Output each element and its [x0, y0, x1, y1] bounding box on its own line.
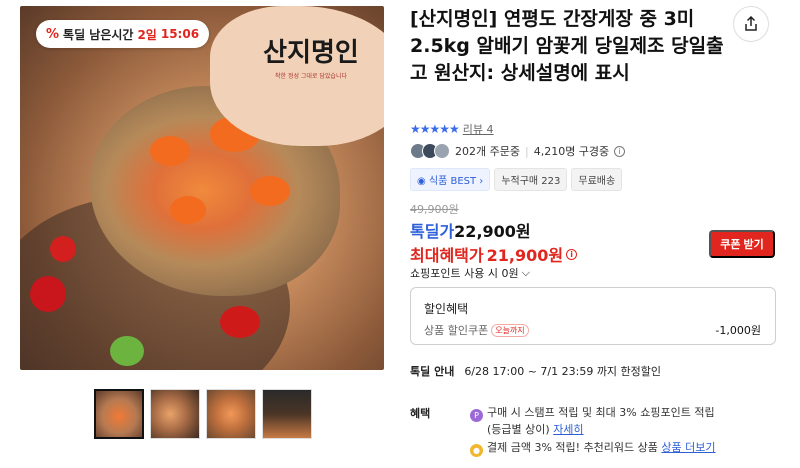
main-product-image[interactable]: % 톡딜 남은시간 2일 15:06 산지명인 착한 정성 그대로 담았습니다: [20, 6, 384, 370]
max-benefit-label: 최대혜택가: [410, 246, 484, 265]
points-row[interactable]: 쇼핑포인트 사용 시 0원 ⌵: [410, 265, 530, 281]
buyer-avatars: [410, 143, 450, 159]
talkdeal-label: 톡딜가: [410, 222, 455, 241]
product-title: [산지명인] 연평도 간장게장 중 3미 2.5kg 알배기 암꽃게 당일제조 …: [410, 8, 724, 84]
thumbnail-image: [96, 391, 142, 437]
roe-shape: [170, 196, 206, 224]
deal-info-label: 톡딜 안내: [410, 365, 455, 378]
talkdeal-price-row: 톡딜가22,900원: [410, 218, 531, 242]
thumbnail-2[interactable]: [150, 389, 200, 439]
point-icon: P: [470, 409, 483, 422]
pepper-shape: [50, 236, 76, 262]
thumbnail-image: [151, 390, 199, 438]
timer-label: 톡딜 남은시간: [63, 27, 134, 42]
roe-shape: [250, 176, 290, 206]
divider: |: [524, 144, 529, 158]
brand-logo-text: 산지명인: [263, 38, 359, 68]
get-coupon-button[interactable]: 쿠폰 받기: [709, 230, 775, 258]
orders-count: 202개 주문중: [455, 145, 520, 158]
coupon-row: 상품 할인쿠폰 오늘까지: [424, 322, 529, 338]
perk-item-reward: ● 결제 금액 3% 적립! 추천리워드 상품 상품 더보기: [470, 440, 770, 457]
tag-food-best[interactable]: ◉ 식품 BEST ›: [410, 168, 491, 191]
review-link[interactable]: 리뷰 4: [463, 121, 494, 137]
talkdeal-price: 22,900원: [454, 222, 531, 241]
details-link[interactable]: 자세히: [553, 423, 583, 436]
timer-days: 2일: [137, 27, 157, 42]
percent-icon: %: [46, 26, 60, 42]
thumbnail-image: [207, 390, 255, 438]
chevron-down-icon: ⌵: [521, 266, 530, 279]
share-icon: [745, 16, 757, 31]
star-rating-icon: ★★★★★: [410, 122, 460, 136]
talkdeal-timer-badge: % 톡딜 남은시간 2일 15:06: [36, 20, 210, 48]
roe-shape: [150, 136, 190, 166]
info-icon[interactable]: i: [566, 248, 578, 260]
thumbnail-list: [94, 389, 312, 439]
rating-row: ★★★★★ 리뷰 4: [410, 121, 494, 137]
avatar: [434, 143, 450, 159]
info-icon[interactable]: i: [614, 145, 626, 157]
brand-logo-sub: 착한 정성 그대로 담았습니다: [275, 73, 347, 80]
check-icon: ◉: [417, 176, 429, 187]
buyers-row: 202개 주문중 | 4,210명 구경중 i: [410, 143, 626, 159]
tag-list: ◉ 식품 BEST › 누적구매 223 무료배송: [410, 168, 623, 191]
pepper-shape: [110, 336, 144, 366]
brand-logo: 산지명인 착한 정성 그대로 담았습니다: [256, 32, 366, 80]
thumbnail-image: [263, 390, 311, 438]
perks-label: 혜택: [410, 407, 431, 420]
tag-cumulative-purchase: 누적구매 223: [494, 168, 568, 191]
pepper-shape: [30, 276, 66, 312]
viewers-count: 4,210명 구경중: [533, 145, 610, 158]
share-button[interactable]: [733, 6, 769, 42]
points-label: 쇼핑포인트 사용 시 0원: [410, 267, 519, 280]
max-benefit-price: 21,900원: [486, 246, 564, 265]
perk-item-stamp: P 구매 시 스탬프 적립 및 최대 3% 쇼핑포인트 적립 (등급별 상이) 자…: [470, 405, 770, 437]
more-products-link[interactable]: 상품 더보기: [661, 441, 715, 454]
thumbnail-4[interactable]: [262, 389, 312, 439]
coupon-amount: -1,000원: [715, 324, 761, 337]
coin-icon: ●: [470, 444, 483, 457]
discount-benefit-box: 할인혜택 상품 할인쿠폰 오늘까지 -1,000원: [410, 287, 776, 345]
original-price: 49,900원: [410, 203, 459, 216]
timer-time: 15:06: [160, 27, 200, 41]
max-benefit-row: 최대혜택가 21,900원 i: [410, 242, 578, 266]
deal-info-row: 톡딜 안내 6/28 17:00 ~ 7/1 23:59 까지 한정할인: [410, 363, 661, 379]
coupon-label: 상품 할인쿠폰: [424, 324, 489, 337]
chevron-right-icon: ›: [476, 176, 484, 187]
thumbnail-3[interactable]: [206, 389, 256, 439]
today-only-chip: 오늘까지: [491, 323, 529, 337]
deal-info-period: 6/28 17:00 ~ 7/1 23:59 까지 한정할인: [464, 365, 662, 378]
discount-header: 할인혜택: [424, 302, 469, 316]
pepper-shape: [220, 306, 260, 338]
thumbnail-1[interactable]: [94, 389, 144, 439]
tag-free-shipping: 무료배송: [571, 168, 623, 191]
